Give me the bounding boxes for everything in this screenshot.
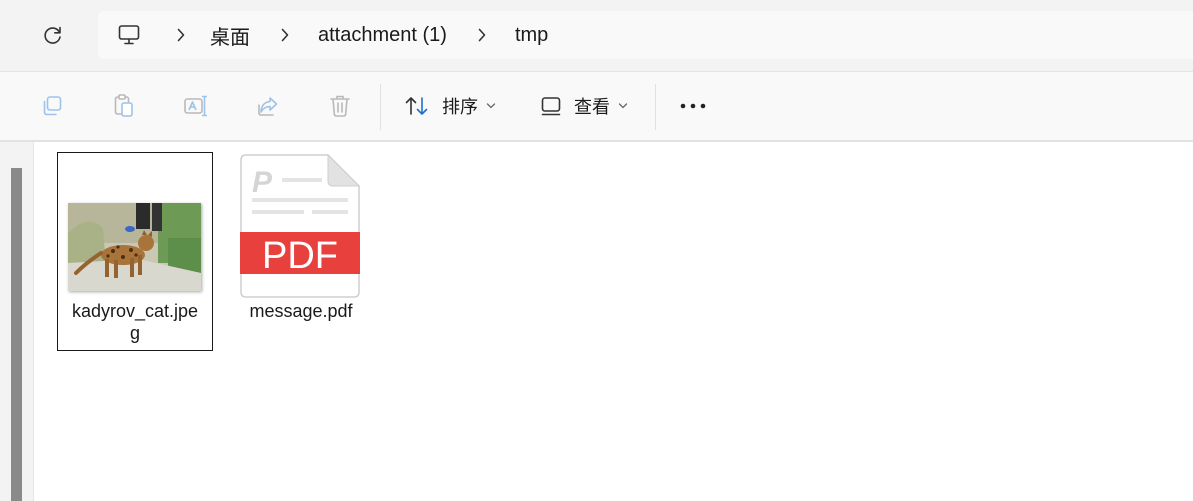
- chevron-right-icon[interactable]: [268, 28, 302, 42]
- paste-button[interactable]: [108, 90, 140, 122]
- share-button[interactable]: [252, 90, 284, 122]
- breadcrumb-desktop[interactable]: 桌面: [208, 21, 252, 50]
- chevron-down-icon: [486, 102, 496, 110]
- delete-icon: [330, 95, 350, 117]
- file-view: kadyrov_cat.jpe g P PDF message.pdf: [0, 142, 1193, 501]
- delete-button[interactable]: [324, 90, 356, 122]
- chevron-right-icon[interactable]: [465, 28, 499, 42]
- command-bar: 排序 查看: [0, 72, 1193, 142]
- file-item-image[interactable]: kadyrov_cat.jpe g: [57, 152, 213, 351]
- refresh-icon: [44, 26, 61, 44]
- share-icon: [258, 97, 278, 116]
- sort-icon: [405, 97, 428, 115]
- file-name: message.pdf: [249, 301, 353, 321]
- refresh-button[interactable]: [38, 20, 68, 50]
- scrollbar-thumb[interactable]: [11, 168, 22, 501]
- view-layout-icon: [541, 97, 561, 116]
- navigation-pane: [0, 142, 34, 501]
- chevron-down-icon: [618, 102, 628, 110]
- pdf-file-icon: P PDF: [240, 153, 361, 298]
- sort-button[interactable]: 排序: [404, 88, 496, 124]
- paste-icon: [114, 94, 133, 117]
- pdf-badge: PDF: [262, 235, 338, 277]
- view-button[interactable]: 查看: [540, 88, 628, 124]
- rename-button[interactable]: [180, 90, 212, 122]
- copy-icon: [43, 96, 62, 116]
- sort-label: 排序: [442, 97, 478, 117]
- see-more-button[interactable]: [677, 90, 709, 122]
- breadcrumb-tmp[interactable]: tmp: [513, 24, 550, 47]
- address-row: 桌面 attachment (1) tmp: [0, 0, 1193, 72]
- image-thumbnail: [68, 203, 201, 291]
- command-divider: [380, 84, 381, 130]
- breadcrumb[interactable]: 桌面 attachment (1) tmp: [98, 11, 1193, 59]
- svg-text:P: P: [252, 166, 273, 199]
- file-explorer-window: 桌面 attachment (1) tmp 排序 查看 kadyrov_cat.…: [0, 0, 1193, 501]
- more-icon: [680, 103, 706, 109]
- breadcrumb-attachment[interactable]: attachment (1): [316, 24, 449, 47]
- chevron-right-icon[interactable]: [164, 28, 198, 42]
- copy-button[interactable]: [36, 90, 68, 122]
- rename-icon: [184, 95, 207, 117]
- this-pc-icon[interactable]: [116, 22, 142, 48]
- file-name: kadyrov_cat.jpe g: [71, 301, 199, 343]
- view-label: 查看: [574, 97, 610, 117]
- command-divider: [655, 84, 656, 130]
